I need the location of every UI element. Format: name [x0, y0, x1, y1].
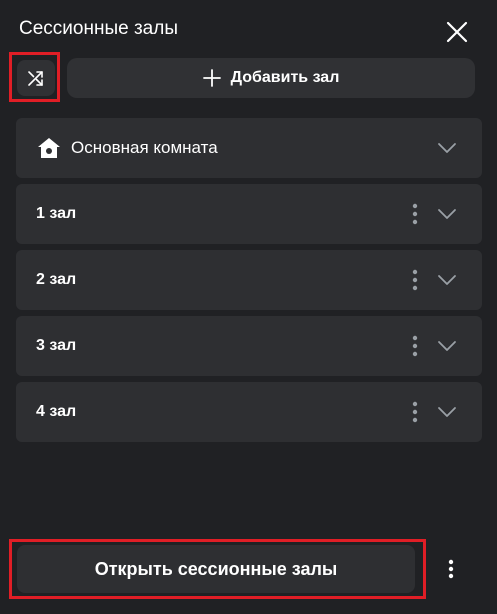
- room-expand-button[interactable]: [433, 398, 461, 426]
- room-more-button[interactable]: [406, 266, 424, 294]
- footer-more-button[interactable]: [432, 545, 470, 593]
- chevron-down-icon: [438, 275, 456, 285]
- room-expand-button[interactable]: [433, 332, 461, 360]
- room-label: 4 зал: [36, 403, 77, 420]
- add-room-label: Добавить зал: [230, 69, 340, 86]
- room-item-2[interactable]: 2 зал: [16, 250, 482, 310]
- open-rooms-highlight-frame: [9, 539, 426, 599]
- room-main-expand-button[interactable]: [433, 134, 461, 162]
- room-expand-button[interactable]: [433, 200, 461, 228]
- room-item-3[interactable]: 3 зал: [16, 316, 482, 376]
- panel-title: Сессионные залы: [19, 18, 178, 39]
- more-vertical-icon: [412, 335, 418, 357]
- more-vertical-icon: [448, 559, 454, 579]
- chevron-down-icon: [438, 143, 456, 153]
- room-main-label: Основная комната: [71, 138, 218, 157]
- room-list: Основная комната 1 зал 2 зал 3 зал 4 зал: [16, 118, 482, 448]
- chevron-down-icon: [438, 341, 456, 351]
- room-label: 3 зал: [36, 337, 77, 354]
- more-vertical-icon: [412, 269, 418, 291]
- home-icon: [37, 137, 61, 159]
- room-more-button[interactable]: [406, 332, 424, 360]
- room-expand-button[interactable]: [433, 266, 461, 294]
- room-more-button[interactable]: [406, 200, 424, 228]
- room-label: 1 зал: [36, 205, 77, 222]
- more-vertical-icon: [412, 203, 418, 225]
- room-item-1[interactable]: 1 зал: [16, 184, 482, 244]
- plus-icon: [202, 69, 221, 87]
- shuffle-highlight-frame: [9, 52, 60, 102]
- close-icon: [446, 21, 468, 43]
- room-more-button[interactable]: [406, 398, 424, 426]
- close-button[interactable]: [442, 17, 472, 47]
- add-room-button[interactable]: Добавить зал: [67, 58, 475, 98]
- chevron-down-icon: [438, 209, 456, 219]
- more-vertical-icon: [412, 401, 418, 423]
- room-main[interactable]: Основная комната: [16, 118, 482, 178]
- chevron-down-icon: [438, 407, 456, 417]
- room-item-4[interactable]: 4 зал: [16, 382, 482, 442]
- room-label: 2 зал: [36, 271, 77, 288]
